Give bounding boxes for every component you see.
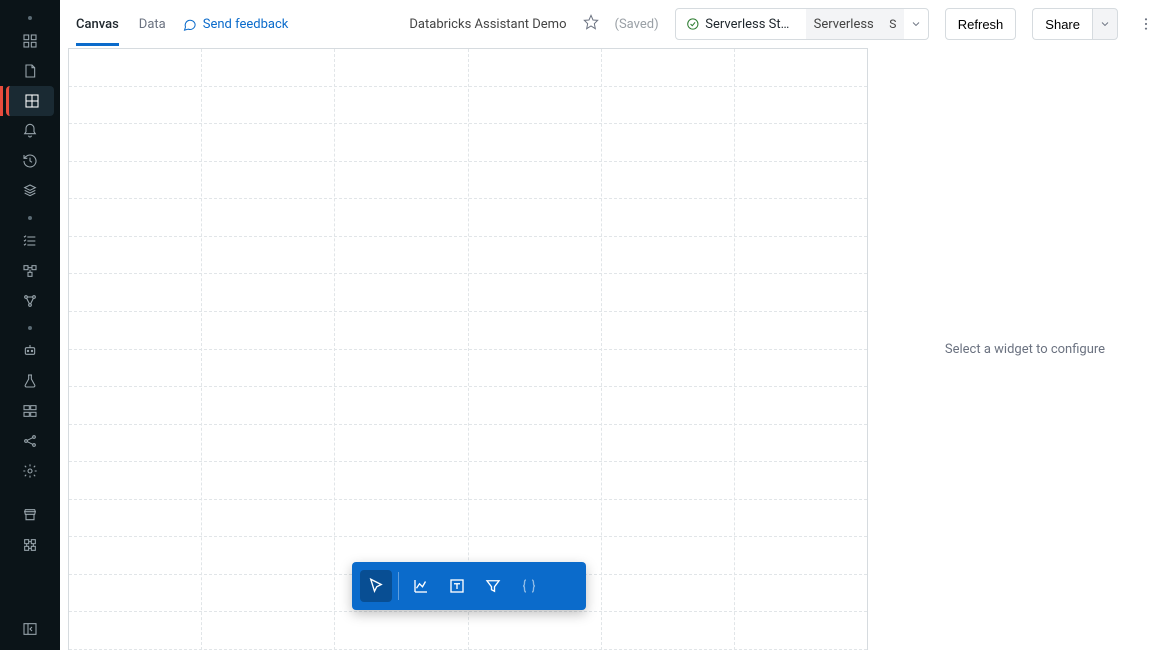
compute-dropdown-caret[interactable]: [904, 9, 928, 39]
nav-file[interactable]: [15, 56, 45, 86]
nav-settings-2[interactable]: [15, 456, 45, 486]
compute-avatar: S: [882, 9, 904, 39]
compute-primary-label: Serverless Sta...: [705, 17, 795, 32]
send-feedback-link[interactable]: Send feedback: [182, 17, 289, 32]
nav-canvas[interactable]: [6, 86, 54, 116]
filter-icon: [484, 577, 502, 595]
status-ok-icon: [686, 17, 700, 31]
editor-tabs: Canvas Data: [76, 3, 166, 46]
tool-chart[interactable]: [405, 570, 437, 602]
share-button[interactable]: Share: [1032, 8, 1092, 40]
config-panel-placeholder: Select a widget to configure: [945, 342, 1105, 357]
braces-icon: [520, 577, 538, 595]
nav-storage[interactable]: [15, 176, 45, 206]
star-icon: [583, 14, 599, 30]
widget-toolbar: [352, 562, 586, 610]
nav-experiments[interactable]: [15, 366, 45, 396]
nav-separator-dot: [28, 326, 32, 330]
more-actions-button[interactable]: [1134, 16, 1158, 32]
nav-partner[interactable]: [15, 530, 45, 560]
cursor-icon: [367, 577, 385, 595]
saved-status: (Saved): [615, 17, 659, 32]
topbar: Canvas Data Send feedback Databricks Ass…: [60, 0, 1174, 48]
dashboard-title[interactable]: Databricks Assistant Demo: [409, 17, 566, 32]
nav-alerts[interactable]: [15, 116, 45, 146]
nav-models[interactable]: [15, 396, 45, 426]
text-box-icon: [448, 577, 466, 595]
nav-active-indicator: [0, 86, 3, 116]
tool-text[interactable]: [441, 570, 473, 602]
canvas-grid-rows: [69, 49, 867, 650]
chart-line-icon: [412, 577, 430, 595]
tool-code[interactable]: [513, 570, 545, 602]
config-panel: Select a widget to configure: [876, 48, 1174, 650]
nav-collapse[interactable]: [15, 614, 45, 644]
chevron-down-icon: [1099, 18, 1111, 30]
share-dropdown-button[interactable]: [1092, 8, 1118, 40]
nav-tasks[interactable]: [15, 226, 45, 256]
chat-icon: [182, 17, 197, 32]
tool-filter[interactable]: [477, 570, 509, 602]
left-nav-rail: [0, 0, 60, 650]
nav-workflows[interactable]: [15, 256, 45, 286]
nav-ml[interactable]: [15, 336, 45, 366]
tab-canvas[interactable]: Canvas: [76, 3, 119, 46]
refresh-button[interactable]: Refresh: [945, 8, 1017, 40]
nav-dashboard[interactable]: [15, 26, 45, 56]
nav-marketplace[interactable]: [15, 500, 45, 530]
tool-cursor[interactable]: [360, 570, 392, 602]
nav-pipelines[interactable]: [15, 286, 45, 316]
compute-secondary-label: Serverless: [806, 9, 882, 39]
nav-share-graph[interactable]: [15, 426, 45, 456]
kebab-icon: [1138, 16, 1154, 32]
canvas-area[interactable]: [68, 48, 868, 650]
nav-history[interactable]: [15, 146, 45, 176]
chevron-down-icon: [910, 18, 922, 30]
nav-separator-dot: [28, 16, 32, 20]
compute-selector[interactable]: Serverless Sta... Serverless S: [675, 8, 929, 40]
send-feedback-label: Send feedback: [203, 17, 289, 32]
nav-separator-dot: [28, 216, 32, 220]
toolbar-divider: [398, 572, 399, 600]
share-button-group: Share: [1032, 8, 1118, 40]
favorite-button[interactable]: [583, 14, 599, 34]
tab-data[interactable]: Data: [139, 3, 166, 46]
